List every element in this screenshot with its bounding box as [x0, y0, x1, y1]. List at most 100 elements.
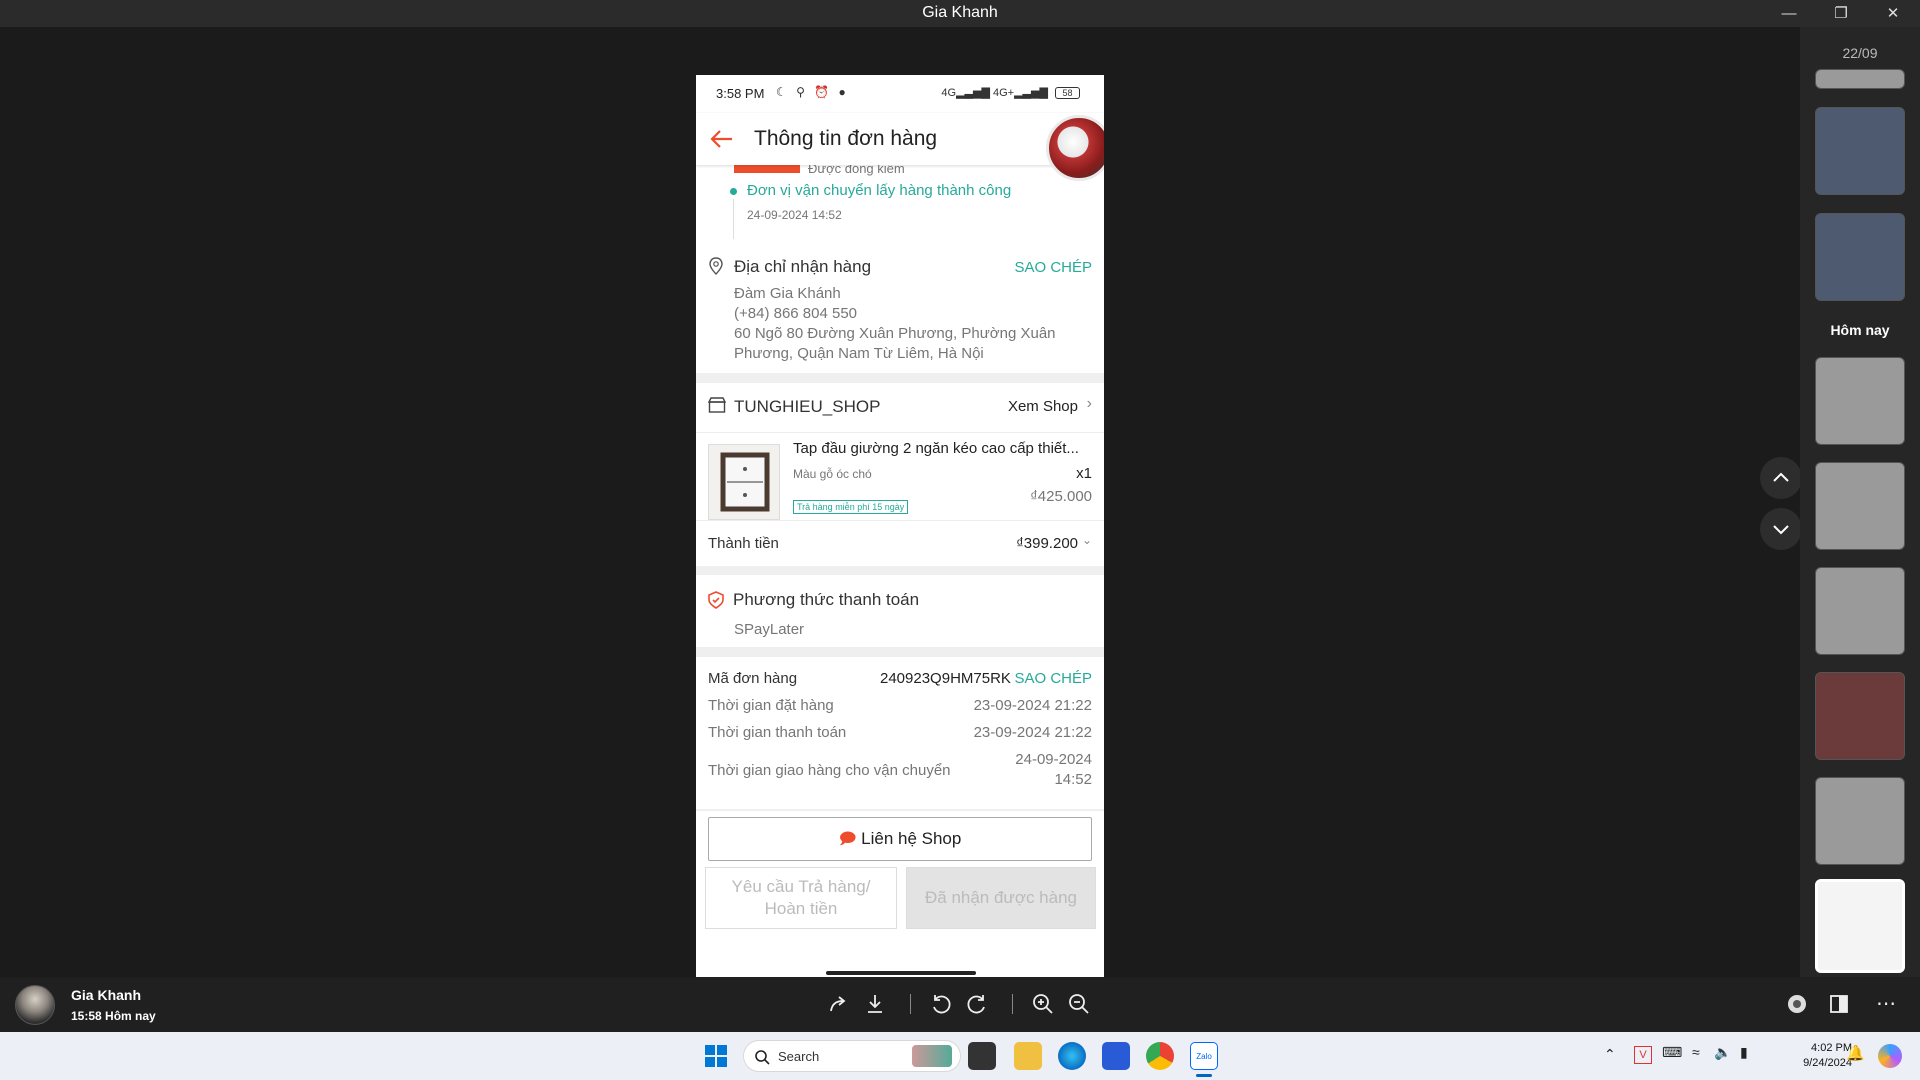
search-icon [755, 1050, 770, 1065]
image-viewer: 3:58 PM ☾ ⚲ ⏰ ● 4G▂▃▅▇ 4G+▂▃▅▇ 58 Thông … [0, 27, 1802, 983]
order-info-section: Mã đơn hàng 240923Q9HM75RK SAO CHÉP Thời… [696, 657, 1104, 809]
timeline-dot-icon [730, 188, 737, 195]
payment-method: SPayLater [734, 621, 805, 638]
window-title: Gia Khanh [922, 4, 998, 21]
thumbnail[interactable] [1815, 107, 1905, 195]
status-right: 4G▂▃▅▇ 4G+▂▃▅▇ 58 [941, 86, 1080, 100]
product-thumbnail[interactable] [708, 444, 780, 520]
battery-icon[interactable]: ▮ [1740, 1044, 1748, 1061]
today-group-label: Hôm nay [1830, 322, 1890, 338]
copilot-icon[interactable] [1878, 1044, 1902, 1068]
contact-shop-button[interactable]: 🗩 Liên hệ Shop [708, 817, 1092, 861]
chevron-up-icon [1773, 472, 1789, 482]
battery-icon: 58 [1055, 87, 1080, 100]
return-refund-button[interactable]: Yêu cầu Trả hàng/Hoàn tiền [705, 867, 897, 929]
tracking-event: Đơn vị vận chuyển lấy hàng thành công [747, 182, 1012, 199]
shop-section: TUNGHIEU_SHOP Xem Shop › Tap đầu giường … [696, 383, 1104, 566]
rotate-left-icon[interactable] [928, 991, 954, 1017]
thumbnail[interactable] [1815, 672, 1905, 760]
clock-time: 4:02 PM [1811, 1042, 1852, 1054]
page-title: Thông tin đơn hàng [754, 127, 938, 150]
order-placed-time: 23-09-2024 21:22 [973, 697, 1092, 714]
notification-bell-icon[interactable]: 🔔 [1846, 1044, 1865, 1062]
store-icon[interactable] [1102, 1042, 1130, 1070]
zoom-out-icon[interactable] [1066, 991, 1092, 1017]
previous-image-button[interactable] [1760, 457, 1802, 499]
zoom-in-icon[interactable] [1030, 991, 1056, 1017]
free-return-badge: Trả hàng miễn phí 15 ngày [793, 500, 909, 514]
viewer-toolbar: Gia Khanh 15:58 Hôm nay ⋯ [0, 977, 1920, 1032]
thumbnail-strip: 22/09 Hôm nay [1800, 27, 1920, 977]
copy-address-button[interactable]: SAO CHÉP [1014, 259, 1092, 276]
status-time: 3:58 PM [716, 86, 765, 101]
avatar[interactable] [15, 985, 55, 1025]
download-icon[interactable] [862, 991, 888, 1017]
carrier-badge [734, 165, 800, 173]
thumbnail[interactable] [1815, 462, 1905, 550]
thumbnail[interactable] [1815, 567, 1905, 655]
more-options-icon[interactable]: ⋯ [1876, 991, 1896, 1016]
close-icon[interactable]: ✕ [1870, 0, 1916, 27]
divider [696, 520, 1104, 521]
contact-shop-label: Liên hệ Shop [861, 829, 962, 848]
tracking-section: Được đóng kiểm Đơn vị vận chuyển lấy hàn… [696, 161, 1104, 243]
thumbnail[interactable] [1815, 357, 1905, 445]
chrome-icon[interactable] [1146, 1042, 1174, 1070]
thumbnail-selected[interactable] [1815, 879, 1905, 973]
order-id: 240923Q9HM75RK [880, 670, 1011, 687]
chevron-up-icon[interactable]: ⌃ [1604, 1046, 1616, 1063]
search-placeholder: Search [778, 1049, 820, 1064]
back-arrow-icon[interactable] [708, 125, 736, 153]
search-highlight-icon [912, 1045, 952, 1067]
extension-icon[interactable] [1784, 991, 1810, 1017]
taskbar-search[interactable]: Search [743, 1040, 961, 1072]
chevron-right-icon[interactable]: › [1087, 395, 1092, 413]
tray-app-icon[interactable]: V [1634, 1046, 1652, 1064]
thumbnail[interactable] [1815, 777, 1905, 865]
restore-icon[interactable]: ❐ [1818, 0, 1864, 27]
nightstand-image-icon [720, 452, 770, 512]
task-view-icon[interactable] [968, 1042, 996, 1070]
order-received-button[interactable]: Đã nhận được hàng [906, 867, 1096, 929]
order-ship-date: 24-09-2024 [1015, 751, 1092, 768]
minimize-icon[interactable]: — [1766, 0, 1812, 27]
thumbnail[interactable] [1815, 213, 1905, 301]
status-icons: ☾ ⚲ ⏰ ● [776, 85, 849, 99]
edge-browser-icon[interactable] [1058, 1042, 1086, 1070]
system-clock[interactable]: 4:02 PM 9/24/2024 [1803, 1041, 1852, 1071]
thumbnail[interactable] [1815, 69, 1905, 89]
chevron-down-icon[interactable]: ⌄ [1082, 533, 1092, 547]
total-label: Thành tiền [708, 535, 779, 552]
sent-time: 15:58 Hôm nay [71, 1009, 156, 1023]
address-section: Địa chỉ nhận hàng SAO CHÉP Đàm Gia Khánh… [696, 243, 1104, 373]
volume-icon[interactable]: 🔈 [1714, 1044, 1731, 1061]
file-explorer-icon[interactable] [1014, 1042, 1042, 1070]
copy-order-id-button[interactable]: SAO CHÉP [1014, 670, 1092, 687]
mascot-avatar-icon[interactable] [1046, 115, 1104, 181]
wifi-icon[interactable]: ≈ [1692, 1044, 1700, 1060]
panel-toggle-icon[interactable] [1826, 991, 1852, 1017]
total-amount[interactable]: ₫399.200 [1016, 535, 1078, 552]
product-row[interactable]: Tap đầu giường 2 ngăn kéo cao cấp thiết.… [696, 432, 1104, 520]
view-shop-link[interactable]: Xem Shop [1008, 398, 1078, 415]
return-refund-label: Yêu cầu Trả hàng/Hoàn tiền [731, 877, 871, 918]
chevron-down-icon [1773, 525, 1789, 535]
order-paid-label: Thời gian thanh toán [708, 724, 847, 741]
windows-start-icon[interactable] [702, 1042, 730, 1070]
next-image-button[interactable] [1760, 508, 1802, 550]
keyboard-icon[interactable]: ⌨ [1662, 1044, 1682, 1061]
shop-name: TUNGHIEU_SHOP [734, 397, 881, 416]
zalo-icon[interactable]: Zalo [1190, 1042, 1218, 1070]
app-bar: Thông tin đơn hàng [696, 113, 1104, 165]
home-indicator [826, 971, 976, 975]
recipient-phone: (+84) 866 804 550 [734, 305, 858, 322]
address-line-2: Phương, Quận Nam Từ Liêm, Hà Nội [734, 345, 984, 362]
share-icon[interactable] [826, 991, 852, 1017]
shop-icon [708, 397, 726, 413]
active-app-indicator [1196, 1074, 1212, 1077]
window-titlebar: Gia Khanh — ❐ ✕ [0, 0, 1920, 27]
status-bar: 3:58 PM ☾ ⚲ ⏰ ● 4G▂▃▅▇ 4G+▂▃▅▇ 58 [696, 75, 1104, 113]
clock-date: 9/24/2024 [1803, 1057, 1852, 1069]
recipient-name: Đàm Gia Khánh [734, 285, 841, 302]
rotate-right-icon[interactable] [964, 991, 990, 1017]
